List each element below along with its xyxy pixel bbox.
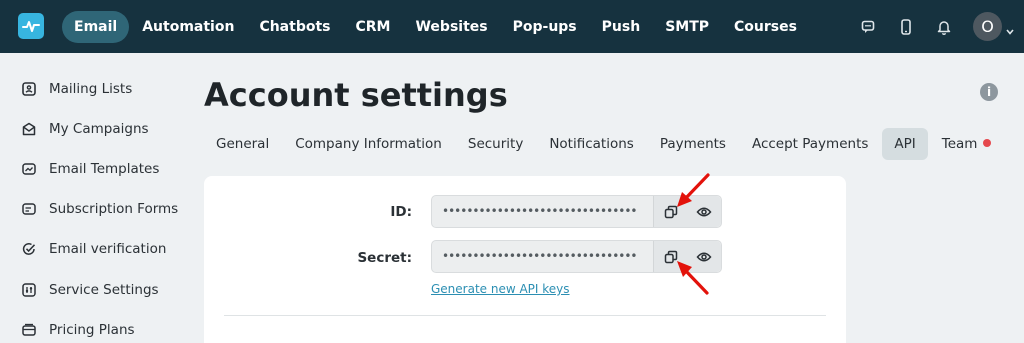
api-id-actions xyxy=(653,196,721,227)
nav-item-push[interactable]: Push xyxy=(590,11,653,43)
eye-icon xyxy=(696,207,712,216)
nav-item-websites[interactable]: Websites xyxy=(403,11,499,43)
tab-team[interactable]: Team xyxy=(930,128,1004,160)
api-secret-value[interactable]: •••••••••••••••••••••••••••••••• xyxy=(442,241,652,272)
api-id-field: •••••••••••••••••••••••••••••••• xyxy=(431,195,722,228)
tab-payments[interactable]: Payments xyxy=(648,128,738,160)
sidebar-item-label: Pricing Plans xyxy=(49,322,135,338)
copy-icon xyxy=(664,205,677,218)
sidebar-item-my-campaigns[interactable]: My Campaigns xyxy=(20,118,149,140)
divider xyxy=(224,315,826,316)
tab-api[interactable]: API xyxy=(882,128,928,160)
copy-id-button[interactable] xyxy=(654,196,688,227)
user-avatar[interactable]: O xyxy=(973,12,1002,41)
app-logo-icon[interactable] xyxy=(18,13,44,39)
sidebar-item-label: Subscription Forms xyxy=(49,201,179,217)
mobile-icon[interactable] xyxy=(896,17,916,37)
chat-icon[interactable] xyxy=(858,17,878,37)
show-id-button[interactable] xyxy=(688,196,722,227)
api-id-value[interactable]: •••••••••••••••••••••••••••••••• xyxy=(442,196,652,227)
eye-icon xyxy=(696,252,712,261)
sidebar-item-mailing-lists[interactable]: Mailing Lists xyxy=(20,78,132,100)
sidebar-item-pricing-plans[interactable]: Pricing Plans xyxy=(20,319,135,341)
sidebar-item-label: Email Templates xyxy=(49,161,160,177)
generate-api-keys-link[interactable]: Generate new API keys xyxy=(431,282,570,296)
bell-icon[interactable] xyxy=(934,17,954,37)
verify-icon xyxy=(20,240,38,258)
nav-item-popups[interactable]: Pop-ups xyxy=(501,11,589,43)
tab-company-information[interactable]: Company Information xyxy=(283,128,454,160)
nav-item-crm[interactable]: CRM xyxy=(343,11,402,43)
info-icon[interactable]: i xyxy=(980,83,998,101)
mailing-list-icon xyxy=(20,80,38,98)
notification-dot xyxy=(983,139,992,147)
forms-icon xyxy=(20,200,38,218)
sidebar-item-email-verification[interactable]: Email verification xyxy=(20,238,166,260)
secret-label: Secret: xyxy=(357,250,412,266)
nav-item-automation[interactable]: Automation xyxy=(130,11,246,43)
tab-general[interactable]: General xyxy=(204,128,281,160)
nav-item-smtp[interactable]: SMTP xyxy=(653,11,721,43)
copy-icon xyxy=(664,250,677,263)
api-secret-field: •••••••••••••••••••••••••••••••• xyxy=(431,240,722,273)
pricing-icon xyxy=(20,321,38,339)
settings-icon xyxy=(20,281,38,299)
api-secret-actions xyxy=(653,241,721,272)
sidebar-item-service-settings[interactable]: Service Settings xyxy=(20,279,159,301)
sidebar-item-label: Email verification xyxy=(49,241,167,257)
sidebar-item-label: My Campaigns xyxy=(49,121,149,137)
id-label: ID: xyxy=(390,204,412,220)
chevron-down-icon[interactable] xyxy=(1005,22,1015,35)
page-title: Account settings xyxy=(204,76,508,114)
sidebar-item-label: Mailing Lists xyxy=(49,81,133,97)
templates-icon xyxy=(20,160,38,178)
show-secret-button[interactable] xyxy=(688,241,722,272)
nav-item-chatbots[interactable]: Chatbots xyxy=(247,11,342,43)
tab-security[interactable]: Security xyxy=(456,128,535,160)
tab-accept-payments[interactable]: Accept Payments xyxy=(740,128,880,160)
copy-secret-button[interactable] xyxy=(654,241,688,272)
main-nav: Email Automation Chatbots CRM Websites P… xyxy=(62,11,810,43)
sidebar: Mailing Lists My Campaigns Email Templat… xyxy=(0,53,190,343)
top-icon-group xyxy=(858,13,972,41)
sidebar-item-label: Service Settings xyxy=(49,282,159,298)
nav-item-courses[interactable]: Courses xyxy=(722,11,809,43)
tab-team-label: Team xyxy=(941,136,978,152)
campaigns-icon xyxy=(20,120,38,138)
tab-notifications[interactable]: Notifications xyxy=(537,128,646,160)
nav-item-email[interactable]: Email xyxy=(62,11,130,43)
sidebar-item-email-templates[interactable]: Email Templates xyxy=(20,158,159,180)
top-navigation-bar: Email Automation Chatbots CRM Websites P… xyxy=(0,0,1024,53)
settings-tabs: General Company Information Security Not… xyxy=(204,128,1005,160)
sidebar-item-subscription-forms[interactable]: Subscription Forms xyxy=(20,198,178,220)
